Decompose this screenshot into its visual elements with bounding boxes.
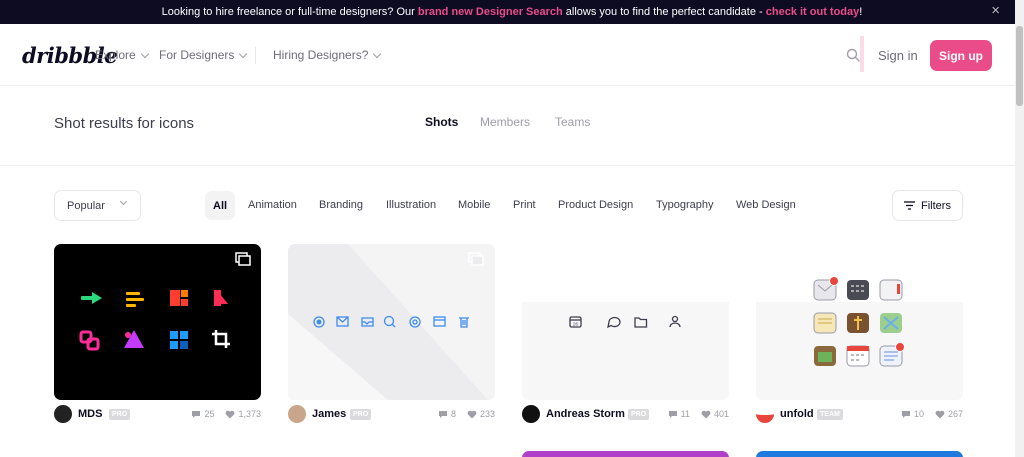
check-it-out-link[interactable]: check it out today	[766, 6, 860, 18]
heart-icon[interactable]	[225, 410, 235, 419]
nav-for-designers-label: For Designers	[159, 48, 235, 62]
sign-in-link[interactable]: Sign in	[878, 48, 918, 63]
shot-meta-mds: MDS PRO 25 1,373	[54, 404, 261, 424]
filters-button[interactable]: Filters	[892, 190, 963, 221]
shot-thumbnail-andreas-storm[interactable]: 26	[522, 244, 729, 400]
category-mobile[interactable]: Mobile	[458, 199, 490, 211]
nav-explore[interactable]: Explore	[95, 48, 149, 62]
like-count: 233	[479, 409, 495, 419]
heart-icon[interactable]	[935, 410, 945, 419]
nav-for-designers[interactable]: For Designers	[159, 48, 248, 62]
category-branding[interactable]: Branding	[319, 199, 363, 211]
pro-badge: PRO	[109, 409, 131, 420]
like-count: 401	[713, 409, 729, 419]
shot-thumbnail-mds[interactable]	[54, 244, 261, 400]
comment-count: 25	[204, 409, 215, 419]
sign-up-button[interactable]: Sign up	[930, 40, 992, 71]
avatar[interactable]	[522, 405, 540, 423]
announcement-bar: Looking to hire freelance or full-time d…	[0, 0, 1024, 24]
comment-count: 10	[913, 409, 924, 419]
chevron-down-icon	[373, 49, 382, 58]
category-all[interactable]: All	[205, 191, 236, 220]
sort-dropdown-value: Popular	[67, 199, 105, 212]
close-icon[interactable]: ×	[991, 3, 1000, 19]
svg-text:26: 26	[573, 322, 579, 327]
shot-artwork	[288, 244, 495, 400]
shot-meta-unfold: unfold TEAM 10 267	[756, 404, 963, 424]
comment-count: 11	[680, 409, 690, 419]
tab-teams[interactable]: Teams	[555, 115, 590, 129]
shot-author-name[interactable]: unfold	[780, 408, 814, 420]
shot-meta-andreas-storm: Andreas Storm PRO 11 401	[522, 404, 729, 424]
nav-hiring-label: Hiring Designers?	[273, 48, 369, 62]
page-title: Shot results for icons	[54, 115, 195, 132]
shot-meta-james: James PRO 8 233	[288, 404, 495, 424]
heart-icon[interactable]	[701, 410, 711, 419]
shot-thumbnail-next-row[interactable]	[756, 451, 963, 457]
team-badge: TEAM	[817, 409, 843, 420]
announcement-text-middle: allows you to find the perfect candidate…	[562, 6, 766, 18]
filters-icon	[904, 201, 916, 210]
shot-artwork	[756, 244, 963, 367]
filters-label: Filters	[921, 199, 951, 212]
nav-explore-label: Explore	[95, 48, 136, 62]
announcement-text: Looking to hire freelance or full-time d…	[161, 6, 418, 18]
announcement-text-end: !	[859, 6, 863, 18]
comment-icon	[438, 410, 447, 418]
avatar[interactable]	[756, 405, 774, 423]
shot-thumbnail-james[interactable]	[288, 244, 495, 400]
heart-icon[interactable]	[467, 410, 477, 419]
like-count: 267	[947, 409, 963, 419]
category-typography[interactable]: Typography	[656, 199, 713, 211]
comment-icon	[901, 410, 910, 418]
page-scrollbar[interactable]	[1015, 0, 1024, 457]
shot-author-name[interactable]: MDS	[78, 408, 102, 420]
avatar[interactable]	[54, 405, 72, 423]
pro-badge: PRO	[350, 409, 372, 420]
nav-divider	[255, 47, 256, 64]
sort-dropdown[interactable]: Popular	[54, 190, 141, 221]
main-nav: dribbble Explore For Designers Hiring De…	[0, 24, 1015, 86]
comment-count: 8	[450, 409, 456, 419]
avatar[interactable]	[288, 405, 306, 423]
search-focus-indicator	[860, 36, 864, 72]
chevron-down-icon	[119, 197, 128, 206]
comment-icon	[668, 410, 677, 418]
shot-artwork	[79, 252, 251, 351]
shot-stats: 25 1,373	[191, 409, 261, 419]
tab-shots[interactable]: Shots	[425, 115, 458, 129]
chevron-down-icon	[239, 49, 248, 58]
designer-search-link[interactable]: brand new Designer Search	[418, 6, 563, 18]
shot-author-name[interactable]: James	[312, 408, 346, 420]
category-web-design[interactable]: Web Design	[736, 199, 796, 211]
results-header: Shot results for icons Shots Members Tea…	[0, 86, 1015, 166]
multi-shot-icon	[235, 252, 251, 266]
pro-badge: PRO	[628, 409, 650, 420]
shot-stats: 10 267	[901, 409, 963, 419]
chevron-down-icon	[140, 49, 149, 58]
nav-hiring-designers[interactable]: Hiring Designers?	[273, 48, 382, 62]
like-count: 1,373	[238, 409, 261, 419]
comment-icon	[192, 410, 201, 418]
search-icon[interactable]	[846, 48, 860, 62]
shot-artwork: 26	[522, 244, 729, 329]
category-animation[interactable]: Animation	[248, 199, 297, 211]
scrollbar-thumb[interactable]	[1016, 26, 1023, 106]
shot-thumbnail-next-row[interactable]	[522, 451, 729, 457]
shot-stats: 8 233	[438, 409, 495, 419]
shot-thumbnail-unfold[interactable]	[756, 244, 963, 400]
category-print[interactable]: Print	[513, 199, 536, 211]
tab-members[interactable]: Members	[480, 115, 530, 129]
category-illustration[interactable]: Illustration	[386, 199, 436, 211]
category-product-design[interactable]: Product Design	[558, 199, 633, 211]
shot-author-name[interactable]: Andreas Storm	[546, 408, 625, 420]
shot-stats: 11 401	[668, 409, 729, 419]
